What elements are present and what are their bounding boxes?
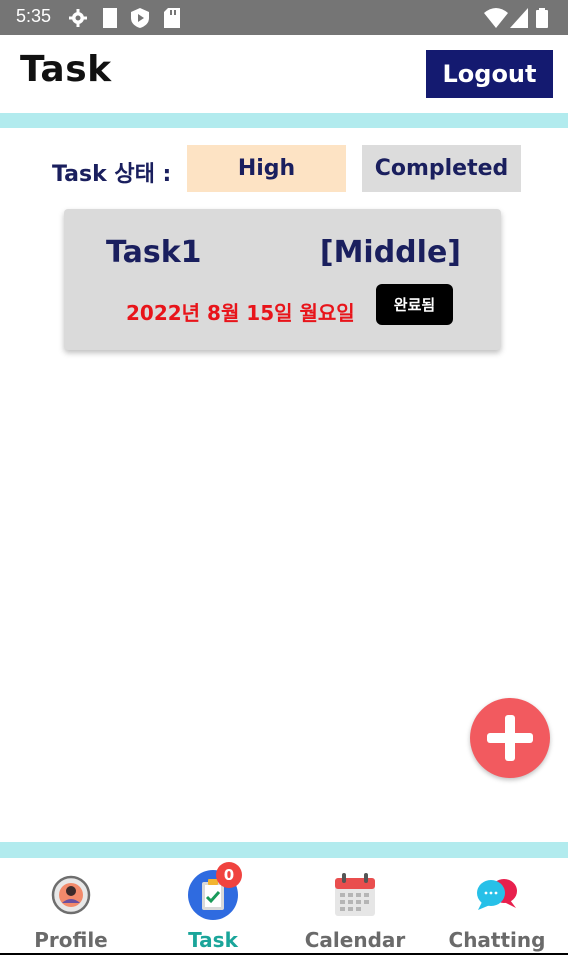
settings-icon xyxy=(69,9,87,27)
top-divider xyxy=(0,113,568,128)
priority-filter-button[interactable]: High xyxy=(187,145,346,192)
task-name: Task1 xyxy=(106,235,202,270)
task-status-badge[interactable]: 완료됨 xyxy=(376,284,453,325)
sd-card-icon xyxy=(164,8,180,28)
status-filter-button[interactable]: Completed xyxy=(362,145,521,192)
profile-icon xyxy=(51,875,91,915)
page-title: Task xyxy=(20,49,112,90)
bottom-nav: Profile Task 0 Calendar Chatting xyxy=(0,858,568,953)
nav-label-task: Task xyxy=(188,928,238,952)
wifi-icon xyxy=(484,8,508,28)
app-bar: Task Logout xyxy=(0,35,568,113)
nav-item-calendar[interactable]: Calendar xyxy=(284,858,426,953)
battery-icon xyxy=(536,8,548,28)
nav-item-chatting[interactable]: Chatting xyxy=(426,858,568,953)
task-card[interactable]: Task1 [Middle] 2022년 8월 15일 월요일 완료됨 xyxy=(64,209,501,350)
nav-item-task[interactable]: Task xyxy=(142,858,284,953)
task-priority: [Middle] xyxy=(319,235,461,270)
calendar-icon xyxy=(335,873,375,916)
status-bar: 5:35 xyxy=(0,0,568,35)
nav-label-calendar: Calendar xyxy=(304,928,406,952)
status-time: 5:35 xyxy=(16,6,52,26)
nav-item-profile[interactable]: Profile xyxy=(0,858,142,953)
nav-label-profile: Profile xyxy=(34,928,108,952)
chat-bubbles-icon xyxy=(477,879,517,910)
add-task-button[interactable] xyxy=(470,698,550,778)
storage-icon xyxy=(103,8,117,28)
shield-play-icon xyxy=(131,8,149,28)
signal-icon xyxy=(510,8,528,28)
logout-button[interactable]: Logout xyxy=(426,50,553,98)
task-count-badge: 0 xyxy=(216,862,242,888)
task-date: 2022년 8월 15일 월요일 xyxy=(126,301,355,325)
bottom-divider xyxy=(0,842,568,858)
filter-label: Task 상태 : xyxy=(52,162,172,187)
nav-label-chatting: Chatting xyxy=(448,928,546,952)
